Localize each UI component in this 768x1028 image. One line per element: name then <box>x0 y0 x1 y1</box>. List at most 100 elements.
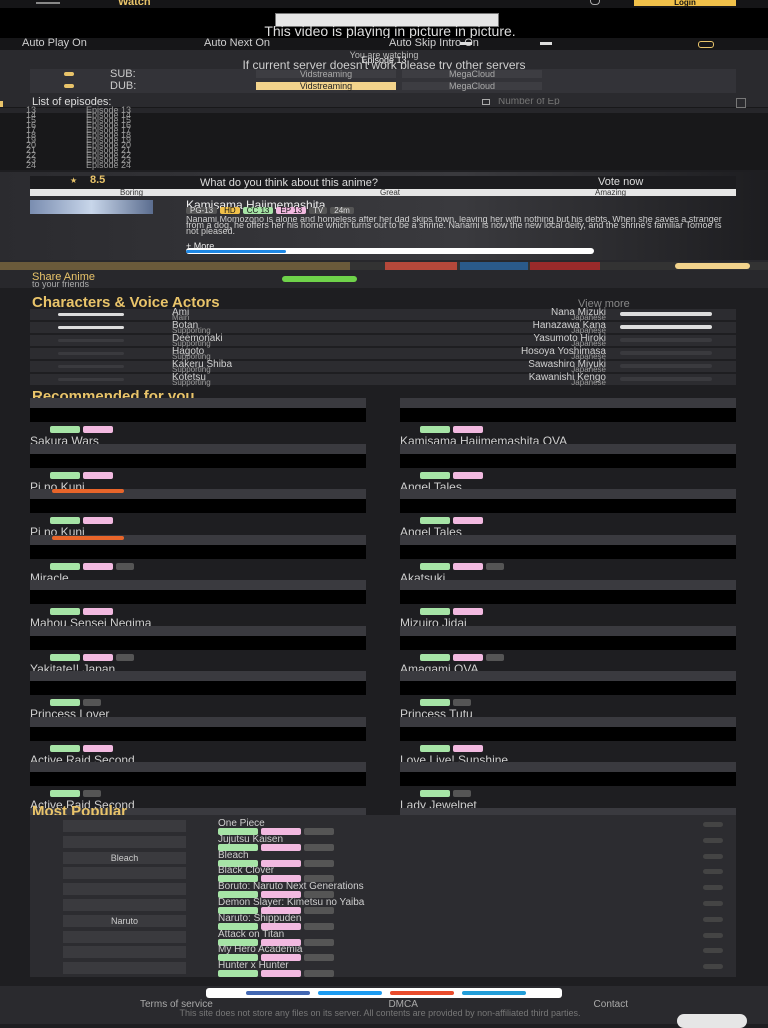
sub-label: SUB: <box>110 68 136 80</box>
popular-thumbnail[interactable] <box>63 946 186 959</box>
card-thumbnail[interactable] <box>400 716 736 741</box>
auto-play-toggle[interactable]: Auto Play On <box>22 37 87 49</box>
popular-thumbnail[interactable] <box>63 930 186 943</box>
popular-add-button[interactable] <box>703 964 723 970</box>
episode-range-button[interactable] <box>736 98 746 108</box>
popular-add-button[interactable] <box>703 916 723 922</box>
popular-thumbnail[interactable] <box>63 835 186 848</box>
popular-add-button[interactable] <box>703 837 723 843</box>
popular-add-button[interactable] <box>703 822 723 827</box>
share-count-badge[interactable] <box>282 276 357 282</box>
episode-list: List of episodes: 13Episode 1314Episode … <box>0 96 768 170</box>
scroll-top-button[interactable] <box>677 1014 747 1028</box>
card-tag <box>453 744 483 752</box>
card-thumbnail[interactable] <box>30 762 366 786</box>
related-thumb[interactable] <box>530 262 600 270</box>
card-tags <box>400 699 736 707</box>
popular-item[interactable]: Demon Slayer: Kimetsu no Yaiba <box>63 897 723 914</box>
facebook-icon[interactable] <box>246 991 310 995</box>
popular-item[interactable]: Hunter x Hunter <box>63 960 723 978</box>
popular-thumbnail[interactable] <box>63 899 186 911</box>
popular-thumbnail[interactable]: Naruto <box>63 914 186 927</box>
related-thumb[interactable] <box>0 262 350 270</box>
share-section: Share Anime to your friends <box>0 260 768 289</box>
popular-item[interactable]: Boruto: Naruto Next Generations <box>63 881 723 899</box>
character-row[interactable]: Deemonaki Supporting Yasumoto Hiroki Japane… <box>30 333 736 348</box>
vote-boring-button[interactable]: Boring <box>120 188 143 197</box>
popular-add-button[interactable] <box>703 869 723 875</box>
popular-item[interactable]: Attack on Titan <box>63 929 723 946</box>
card-thumbnail[interactable] <box>400 489 736 513</box>
popular-add-button[interactable] <box>703 853 723 859</box>
twitter-icon[interactable] <box>318 991 382 995</box>
auto-next-toggle[interactable]: Auto Next On <box>204 37 270 49</box>
related-strip <box>0 262 768 270</box>
card-thumbnail[interactable] <box>30 716 366 741</box>
card-thumbnail[interactable] <box>400 625 736 650</box>
popular-thumbnail[interactable] <box>63 883 186 896</box>
popular-item[interactable]: One Piece <box>63 818 723 835</box>
card-tag <box>50 699 80 706</box>
login-button[interactable]: Login <box>634 0 736 7</box>
telegram-icon[interactable] <box>462 991 526 995</box>
popular-item[interactable]: Black Clover <box>63 865 723 883</box>
card-thumbnail[interactable] <box>400 580 736 604</box>
popular-item[interactable]: My Hero Academia <box>63 944 723 962</box>
episode-active-marker <box>0 101 3 107</box>
site-logo[interactable]: Watch <box>118 0 151 8</box>
reddit-icon[interactable] <box>390 991 454 995</box>
voice-actor-avatar <box>620 338 712 342</box>
card-thumbnail[interactable] <box>30 443 366 468</box>
popular-thumbnail[interactable] <box>63 820 186 832</box>
card-tags <box>30 790 366 798</box>
character-row[interactable]: Kotetsu Supporting Kawanishi Kengo Japanese <box>30 372 736 387</box>
card-tag <box>83 699 101 706</box>
popular-add-button[interactable] <box>703 932 723 938</box>
popular-tag-eps <box>304 907 334 914</box>
card-thumbnail[interactable] <box>400 534 736 559</box>
popular-thumbnail[interactable] <box>63 867 186 880</box>
player-controls: Auto Play On Auto Next On Auto Skip Intr… <box>0 37 768 50</box>
card-thumbnail[interactable] <box>400 398 736 422</box>
episode-items: 13 Episode 13 14 Episode 14 15 Episode 15 16 Ep… <box>0 106 768 170</box>
popular-add-button[interactable] <box>703 948 723 954</box>
related-next-button[interactable] <box>675 263 750 269</box>
popular-add-button[interactable] <box>703 885 723 891</box>
character-row[interactable]: Kakeru Shiba Supporting Sawashiro Miyuki Ja… <box>30 359 736 374</box>
vote-amazing-button[interactable]: Amazing <box>595 188 626 197</box>
card-thumbnail[interactable] <box>30 580 366 604</box>
next-episode-icon[interactable] <box>540 42 552 45</box>
report-icon[interactable] <box>698 41 714 48</box>
card-thumbnail[interactable] <box>400 762 736 786</box>
character-row[interactable]: Botan Supporting Hanazawa Kana Japanese <box>30 320 736 335</box>
vote-now-link[interactable]: Vote now <box>598 176 643 188</box>
character-row[interactable]: Ami Main Nana Mizuki Japanese <box>30 307 736 322</box>
server-button[interactable]: MegaCloud <box>402 82 542 91</box>
prev-episode-icon[interactable] <box>460 42 472 45</box>
search-icon[interactable] <box>590 0 600 5</box>
popular-item[interactable]: Bleach Bleach <box>63 850 723 867</box>
related-thumb[interactable] <box>460 262 528 270</box>
character-row[interactable]: Hagoto Supporting Hosoya Yoshimasa Japanese <box>30 346 736 361</box>
dub-label: DUB: <box>110 80 137 92</box>
card-thumbnail[interactable] <box>30 625 366 650</box>
anime-poster[interactable] <box>30 200 153 214</box>
card-thumbnail[interactable] <box>400 671 736 695</box>
popular-item[interactable]: Naruto Naruto: Shippuden <box>63 913 723 930</box>
card-tag <box>116 653 134 661</box>
episode-search-input[interactable] <box>498 98 688 105</box>
vote-great-button[interactable]: Great <box>380 188 400 197</box>
popular-add-button[interactable] <box>703 901 723 906</box>
card-thumbnail[interactable] <box>30 398 366 422</box>
server-button[interactable]: MegaCloud <box>402 70 542 79</box>
popular-item[interactable]: Jujutsu Kaisen <box>63 834 723 851</box>
card-thumbnail[interactable] <box>400 443 736 468</box>
popular-thumbnail[interactable]: Bleach <box>63 851 186 864</box>
server-button[interactable]: Vidstreaming <box>256 70 396 79</box>
menu-icon[interactable] <box>36 2 60 4</box>
episode-item[interactable]: 24 Episode 24 <box>0 161 768 170</box>
server-button-active[interactable]: Vidstreaming <box>256 82 396 91</box>
popular-thumbnail[interactable] <box>63 962 186 975</box>
related-thumb[interactable] <box>385 262 457 270</box>
card-thumbnail[interactable] <box>30 671 366 695</box>
